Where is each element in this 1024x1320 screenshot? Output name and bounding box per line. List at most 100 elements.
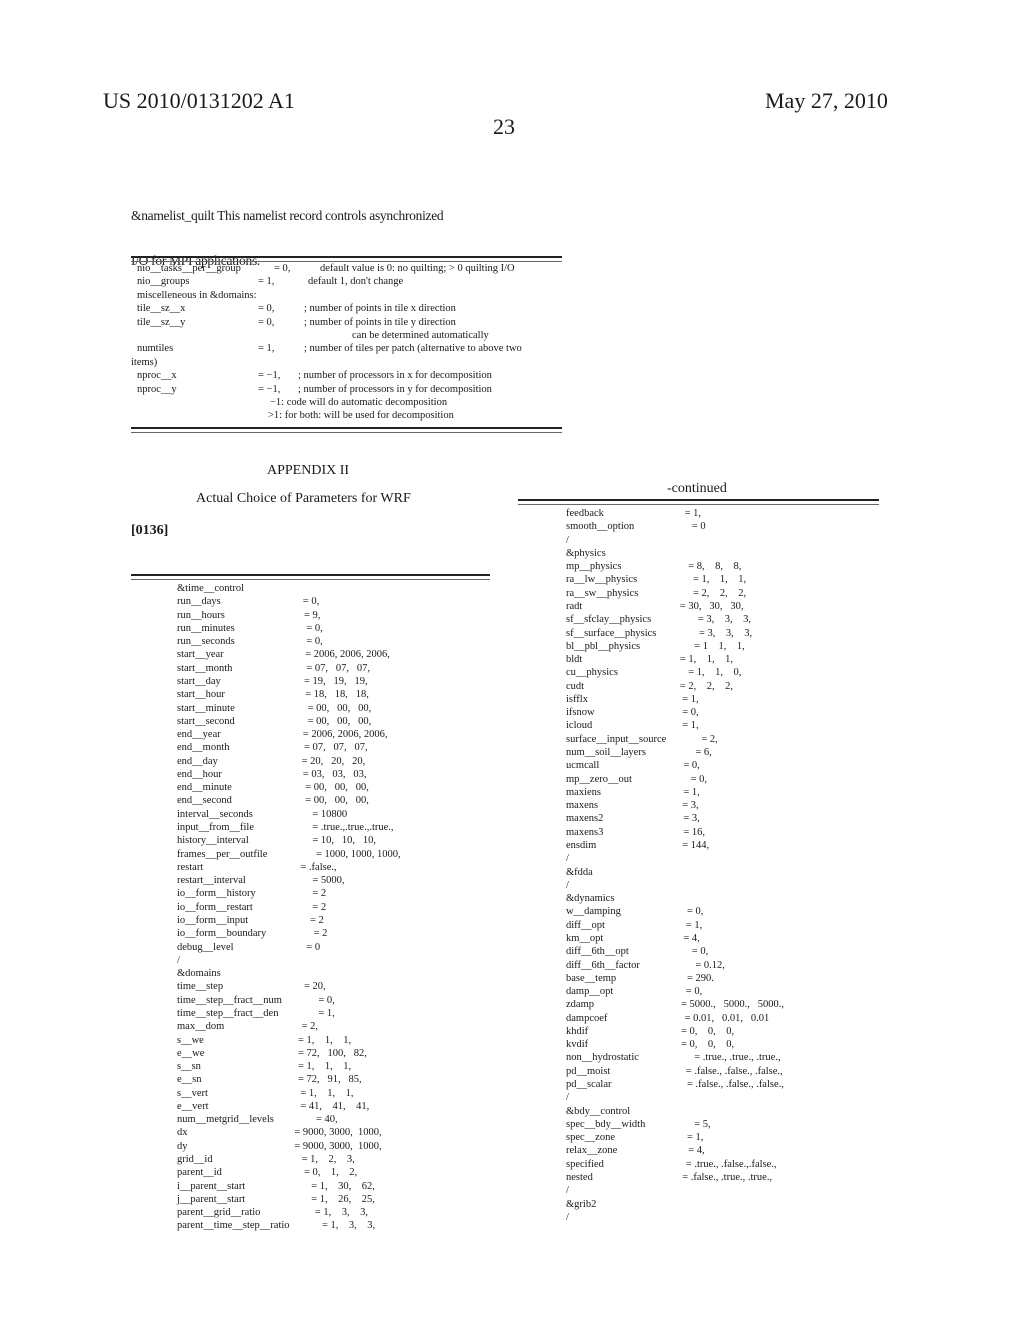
left-param-name: end__second — [177, 795, 232, 807]
left-param-value: = 1, 3, 3, — [314, 1207, 368, 1219]
right-param-name: ensdim — [566, 840, 597, 851]
right-param-name: / — [566, 1185, 569, 1197]
left-param-value: = 1, 26, 25, — [311, 1193, 375, 1205]
left-param-name: input__from__file — [177, 822, 254, 834]
quilt-param-comment: can be determined automatically — [352, 330, 489, 341]
right-param-name: / — [566, 1211, 569, 1223]
right-param-value: = 1, — [687, 1132, 704, 1144]
left-param-value: = 0 — [306, 941, 321, 953]
right-table-top-rule — [518, 499, 879, 505]
quilt-param-comment: ; number of points in tile y direction — [304, 316, 456, 328]
right-param-name: pd__scalar — [566, 1079, 612, 1091]
left-param-value: = 1, 1, 1, — [300, 1087, 354, 1099]
right-param-value: = 1, — [685, 919, 703, 931]
left-param-name: run__minutes — [177, 622, 235, 634]
right-param-name: mp__zero__out — [566, 773, 632, 785]
left-param-value: = 19, 19, 19, — [304, 675, 368, 687]
right-param-name: specified — [566, 1158, 604, 1170]
right-param-name: sf__surface__physics — [566, 627, 657, 639]
right-param-value: = 30, 30, 30, — [679, 600, 744, 612]
left-param-name: dx — [177, 1127, 188, 1139]
quilt-table-top-rule — [131, 256, 562, 262]
left-param-name: frames__per__outfile — [177, 848, 268, 860]
left-param-value: = .true.,.true.,.true., — [312, 822, 394, 834]
quilt-param-value: = −1, — [258, 370, 281, 382]
left-param-name: interval__seconds — [177, 808, 253, 820]
quilt-table-bottom-rule — [131, 427, 562, 433]
right-param-name: isfflx — [566, 693, 588, 705]
right-param-value: = 2, 2, 2, — [693, 587, 747, 599]
left-param-name: grid__id — [177, 1154, 213, 1166]
quilt-param-value: = 1, — [258, 276, 275, 288]
right-param-value: = 0, — [691, 946, 709, 958]
right-param-name: smooth__option — [566, 521, 635, 533]
right-param-name: relax__zone — [566, 1145, 618, 1157]
right-param-name: nested — [566, 1172, 593, 1183]
left-param-value: = 2006, 2006, 2006, — [305, 649, 390, 661]
right-param-name: dampcoef — [566, 1012, 608, 1024]
right-param-name: khdif — [566, 1025, 589, 1037]
paragraph-number: [0136] — [131, 523, 169, 538]
right-param-name: bldt — [566, 654, 583, 666]
right-param-name: ra__sw__physics — [566, 587, 639, 599]
right-param-name: maxiens — [566, 786, 601, 798]
right-param-name: cu__physics — [566, 667, 618, 679]
left-param-value: = 00, 00, 00, — [305, 782, 369, 794]
left-param-name: &time__control — [177, 583, 245, 594]
left-param-value: = 00, 00, 00, — [307, 702, 372, 714]
right-param-value: = 0.12, — [695, 959, 725, 971]
right-param-name: diff__6th__factor — [566, 959, 640, 971]
right-param-value: = 1, — [684, 508, 702, 519]
right-param-value: = 6, — [695, 747, 712, 759]
left-param-value: = 2006, 2006, 2006, — [302, 729, 388, 741]
right-param-value: = 4, — [688, 1145, 705, 1157]
left-param-value: = 10, 10, 10, — [312, 835, 377, 847]
quilt-param-comment: ; number of processors in x for decompos… — [298, 370, 492, 382]
quilt-param-name: miscelleneous in &domains: — [137, 289, 257, 301]
right-param-value: = 0, 0, 0, — [681, 1025, 735, 1037]
left-param-value: = 00, 00, 00, — [305, 795, 369, 807]
right-param-value: = .false., .false., .false., — [685, 1065, 783, 1077]
left-param-name: parent__grid__ratio — [177, 1207, 261, 1219]
right-param-name: feedback — [566, 508, 604, 519]
right-param-value: = 3, 3, 3, — [697, 614, 751, 626]
right-param-name: diff__6th__opt — [566, 946, 629, 958]
left-param-value: = 20, 20, 20, — [301, 755, 366, 767]
left-param-value: = 07, 07, 07, — [306, 662, 371, 674]
right-param-name: ifsnow — [566, 707, 595, 719]
left-param-value: = 1, 2, 3, — [301, 1154, 355, 1166]
right-param-name: zdamp — [566, 999, 594, 1011]
left-param-value: = 1, 30, 62, — [311, 1180, 375, 1192]
right-param-name: &bdy__control — [566, 1105, 631, 1117]
left-param-value: = 72, 91, 85, — [298, 1074, 362, 1086]
right-param-name: / — [566, 534, 569, 546]
right-param-name: surface__input__source — [566, 733, 667, 745]
left-param-name: start__hour — [177, 689, 225, 701]
right-param-name: mp__physics — [566, 561, 622, 573]
quilt-param-comment: ; number of points in tile x direction — [304, 303, 456, 315]
left-param-value: = 9, — [304, 609, 321, 621]
left-param-name: e__vert — [177, 1100, 209, 1112]
left-param-name: run__days — [177, 596, 221, 608]
left-param-value: = 72, 100, 82, — [298, 1047, 367, 1059]
left-param-name: dy — [177, 1140, 188, 1152]
appendix-subtitle: Actual Choice of Parameters for WRF — [196, 491, 411, 506]
quilt-param-name: tile__sz__y — [137, 316, 186, 328]
left-param-value: = 00, 00, 00, — [307, 715, 372, 727]
left-param-name: start__day — [177, 675, 221, 687]
right-param-value: = 1, 1, 0, — [688, 667, 742, 679]
left-param-name: e__sn — [177, 1074, 202, 1086]
left-param-name: parent__time__step__ratio — [177, 1220, 290, 1232]
right-param-value: = .true., .false.,.false., — [685, 1158, 777, 1170]
left-param-name: restart — [177, 861, 204, 873]
right-param-value: = 0 — [691, 521, 706, 533]
left-param-value: = 2 — [310, 915, 324, 926]
right-param-name: &fdda — [566, 866, 593, 878]
quilt-param-comment: default 1, don't change — [308, 276, 404, 288]
left-param-name: parent__id — [177, 1167, 222, 1179]
quilt-param-value: = 0, — [258, 316, 275, 328]
left-param-value: = 1, 1, 1, — [298, 1034, 352, 1046]
left-param-value: = 20, — [304, 981, 326, 993]
left-param-name: / — [177, 954, 180, 966]
left-param-name: start__month — [177, 662, 233, 674]
